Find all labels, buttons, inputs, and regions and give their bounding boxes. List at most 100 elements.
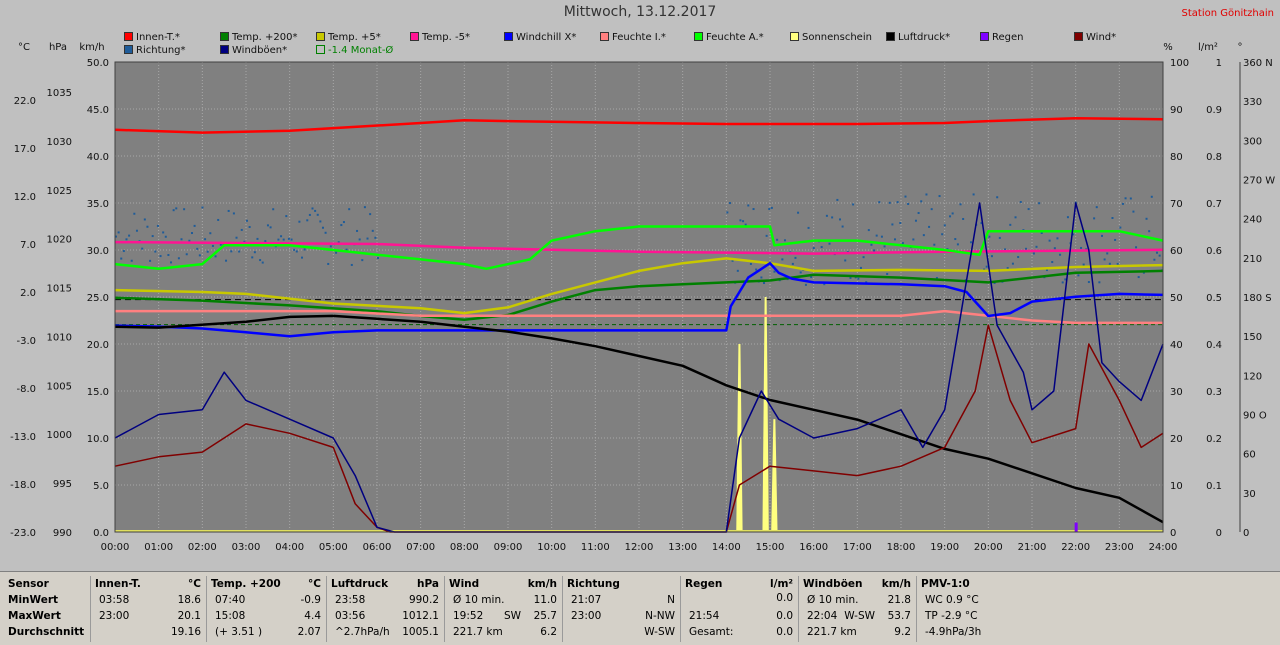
direction-point <box>172 209 175 212</box>
direction-point <box>996 196 999 199</box>
direction-point <box>314 209 317 212</box>
tick-label-rain: 0.2 <box>1206 434 1222 445</box>
direction-point <box>969 241 972 244</box>
direction-point <box>859 266 862 269</box>
direction-point <box>1014 216 1017 219</box>
tick-label-temp: -18.0 <box>10 480 36 491</box>
direction-point <box>1135 246 1138 249</box>
tick-label-humidity: 10 <box>1170 481 1183 492</box>
tick-label-temp: 7.0 <box>20 240 36 251</box>
tick-label-direction: 180 S <box>1243 293 1272 304</box>
tick-label-direction: 90 O <box>1243 411 1267 422</box>
stats-value: 9.2 <box>894 626 911 638</box>
tick-label-temp: 17.0 <box>14 144 36 155</box>
tick-label-rain: 0.7 <box>1206 199 1222 210</box>
stats-value: 0.0 <box>776 592 793 604</box>
direction-point <box>1158 254 1161 257</box>
direction-point <box>791 262 794 265</box>
stats-time: Gesamt: <box>689 626 734 638</box>
stats-unit: km/h <box>881 578 911 590</box>
direction-point <box>363 206 366 209</box>
direction-point <box>185 253 188 256</box>
stats-column: Regen l/m² 21:54 0.0 Gesamt: 0.0 0.0 <box>680 576 797 642</box>
direction-point <box>1011 262 1014 265</box>
stats-header-row: Innen-T. °C <box>91 576 205 592</box>
direction-point <box>998 236 1001 239</box>
direction-point <box>912 238 915 241</box>
direction-point <box>933 243 936 246</box>
stats-row: 21:54 0.0 <box>681 608 797 624</box>
direction-point <box>728 202 731 205</box>
tick-label-direction: 330 <box>1243 97 1262 108</box>
direction-point <box>361 259 364 262</box>
direction-point <box>870 243 873 246</box>
direction-point <box>287 237 290 240</box>
direction-point <box>135 229 138 232</box>
tick-label-time: 12:00 <box>625 542 654 553</box>
direction-point <box>888 201 891 204</box>
direction-point <box>1114 238 1117 241</box>
direction-point <box>1038 202 1041 205</box>
direction-point <box>988 235 991 238</box>
direction-point <box>167 254 170 257</box>
tick-label-time: 06:00 <box>363 542 392 553</box>
direction-point <box>886 272 889 275</box>
direction-point <box>256 237 259 240</box>
direction-point <box>914 219 917 222</box>
stats-row: 15:08 4.4 <box>207 608 325 624</box>
stats-time: Ø 10 min. <box>453 594 505 606</box>
tick-label-humidity: 50 <box>1170 293 1183 304</box>
stats-unit: °C <box>308 578 321 590</box>
direction-point <box>794 256 797 259</box>
stats-row: 23:00 N-NW <box>563 608 679 624</box>
tick-label-time: 17:00 <box>843 542 872 553</box>
tick-label-rain: 0.1 <box>1206 481 1222 492</box>
stats-row: 07:40 -0.9 <box>207 592 325 608</box>
tick-label-temp: -13.0 <box>10 432 36 443</box>
stats-value: 21.8 <box>887 594 911 606</box>
direction-point <box>841 225 844 228</box>
tick-label-pressure: 1010 <box>47 332 72 343</box>
tick-label-direction: 120 <box>1243 371 1262 382</box>
direction-point <box>896 201 899 204</box>
direction-point <box>1077 274 1080 277</box>
direction-point <box>990 255 993 258</box>
direction-point <box>857 277 860 280</box>
tick-label-temp: 22.0 <box>14 96 36 107</box>
direction-point <box>177 257 180 260</box>
direction-point <box>812 247 815 250</box>
stats-row: 23:00 20.1 <box>91 608 205 624</box>
direction-point <box>369 213 372 216</box>
stats-value: N-NW <box>645 610 675 622</box>
stats-value: 2.07 <box>297 626 321 638</box>
direction-point <box>956 243 959 246</box>
stats-row: WC 0.9 °C <box>917 592 1037 608</box>
direction-point <box>133 212 136 215</box>
direction-point <box>1100 234 1103 237</box>
direction-point <box>120 257 123 260</box>
direction-point <box>190 232 193 235</box>
direction-point <box>1108 262 1111 265</box>
direction-point <box>891 223 894 226</box>
stats-time: MaxWert <box>8 610 61 622</box>
stats-time: WC 0.9 °C <box>925 594 979 606</box>
direction-point <box>1080 246 1083 249</box>
direction-point <box>1132 210 1135 213</box>
tick-label-wind: 15.0 <box>87 387 109 398</box>
direction-point <box>180 238 183 241</box>
direction-point <box>781 258 784 261</box>
stats-row: 22:04 W-SW 53.7 <box>799 608 915 624</box>
direction-point <box>311 207 314 210</box>
direction-point <box>196 247 199 250</box>
direction-point <box>248 226 251 229</box>
stats-column: PMV-1:0 WC 0.9 °C TP -2.9 °C -4.9hPa/3h <box>916 576 1037 642</box>
direction-point <box>985 265 988 268</box>
weather-chart: °C hPa km/h% l/m² ° 50.0 45.0 40.0 35.0 30.0 25.0 2… <box>10 42 1275 553</box>
tick-label-wind: 10.0 <box>87 434 109 445</box>
stats-time: Durchschnitt <box>8 626 85 638</box>
stats-value: 1005.1 <box>402 626 439 638</box>
stats-row: 19:52 SW 25.7 <box>445 608 561 624</box>
stats-header-row: Wind km/h <box>445 576 561 592</box>
direction-point <box>285 215 288 218</box>
direction-point <box>269 226 272 229</box>
